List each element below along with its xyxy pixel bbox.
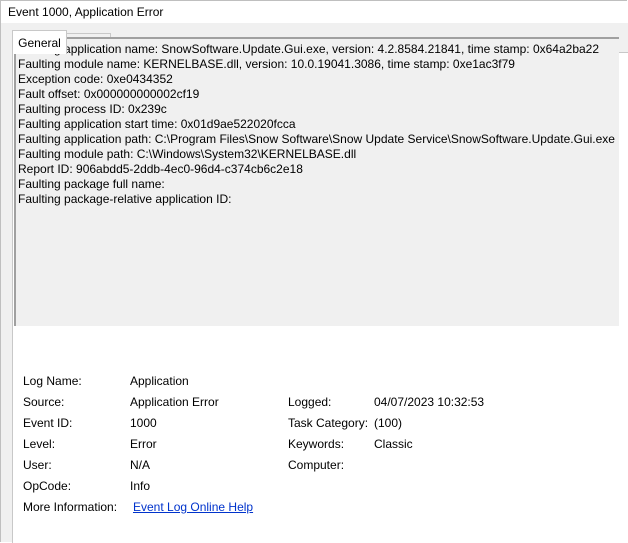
description-line: Faulting application start time: 0x01d9a…	[18, 117, 296, 131]
computer-label: Computer:	[288, 458, 345, 472]
description-line: Faulting module name: KERNELBASE.dll, ve…	[18, 57, 515, 71]
keywords-value: Classic	[374, 437, 413, 451]
log-name-label: Log Name:	[23, 374, 82, 388]
keywords-label: Keywords:	[288, 437, 345, 451]
description-line: Faulting package-relative application ID…	[18, 192, 232, 206]
description-line: Faulting module path: C:\Windows\System3…	[18, 147, 357, 161]
logged-value: 04/07/2023 10:32:53	[374, 395, 485, 409]
description-line: Exception code: 0xe0434352	[18, 72, 173, 86]
level-label: Level:	[23, 437, 56, 451]
computer-value	[370, 454, 493, 480]
description-line: Faulting application name: SnowSoftware.…	[18, 42, 600, 56]
logged-label: Logged:	[288, 395, 332, 409]
opcode-value: Info	[130, 479, 151, 493]
description-line: Faulting process ID: 0x239c	[18, 102, 167, 116]
event-description-box[interactable]: Faulting application name: SnowSoftware.…	[14, 37, 619, 326]
description-line: Faulting application path: C:\Program Fi…	[18, 132, 615, 146]
source-label: Source:	[23, 395, 65, 409]
event-id-label: Event ID:	[23, 416, 73, 430]
description-line: Fault offset: 0x000000000002cf19	[18, 87, 200, 101]
window-title: Event 1000, Application Error	[8, 5, 164, 19]
user-label: User:	[23, 458, 52, 472]
description-line: Report ID: 906abdd5-2ddb-4ec0-96d4-c374c…	[18, 162, 303, 176]
log-name-value: Application	[130, 374, 189, 388]
event-id-value: 1000	[130, 416, 157, 430]
task-category-label: Task Category:	[288, 416, 369, 430]
event-log-online-help-link[interactable]: Event Log Online Help	[133, 500, 253, 514]
task-category-value: (100)	[374, 416, 403, 430]
user-value: N/A	[130, 458, 151, 472]
more-information-label: More Information:	[23, 500, 118, 514]
opcode-label: OpCode:	[23, 479, 72, 493]
level-value: Error	[130, 437, 157, 451]
window-title-bar: Event 1000, Application Error	[0, 0, 627, 24]
description-line: Faulting package full name:	[18, 177, 165, 191]
tab-general[interactable]: General	[12, 30, 67, 54]
source-value: Application Error	[130, 395, 219, 409]
